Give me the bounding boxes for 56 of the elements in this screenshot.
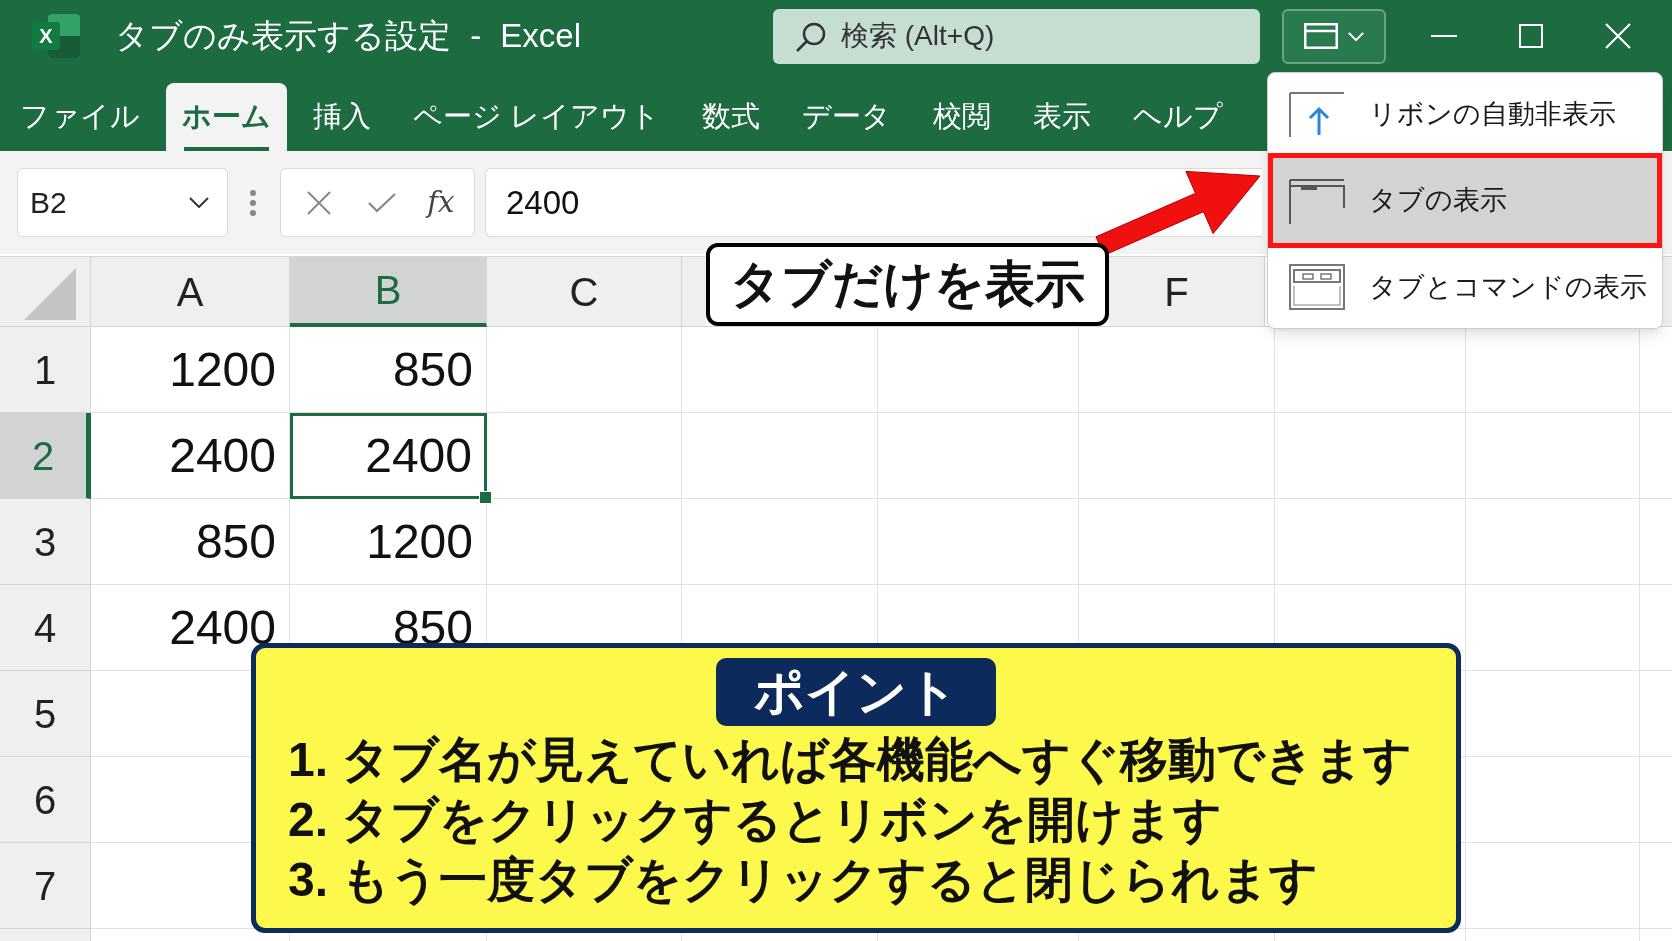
column-header[interactable]: F [1109,257,1265,327]
window-icon [1304,23,1338,49]
chevron-down-icon [1348,31,1364,41]
window-title: タブのみ表示する設定 - Excel [115,16,582,57]
point-text: 2. タブをクリックするとリボンを開けます [288,792,1224,848]
tabs-only-icon [1289,177,1345,224]
ribbon-tab[interactable]: 数式 [686,83,777,151]
ribbon-tab[interactable]: ヘルプ [1117,83,1240,151]
formula-input[interactable]: 2400 [485,168,1262,237]
menu-item[interactable]: タブとコマンドの表示 [1268,254,1662,320]
fill-handle[interactable] [479,491,492,504]
ribbon-tab[interactable]: 挿入 [297,83,387,151]
point-title: ポイント [716,658,996,726]
menu-item[interactable]: リボンの自動非表示 [1268,81,1662,147]
ribbon-tab[interactable]: データ [786,83,908,151]
table-cell-text: 1200 [168,342,277,398]
row-header[interactable]: 7 [0,843,91,929]
check-icon [367,192,396,213]
auto-hide-ribbon-icon [1289,91,1345,137]
row-header[interactable]: 6 [0,757,91,843]
column-header[interactable]: A [91,257,290,327]
table-cell-text: 1200 [365,514,474,570]
app-logo: X [32,14,80,58]
name-box[interactable]: B2 [17,168,228,237]
ribbon-tab[interactable]: ページ レイアウト [397,83,677,151]
ribbon-tab[interactable]: 校閲 [917,83,1008,151]
more-options-icon[interactable] [250,189,256,216]
ribbon-tab[interactable]: ファイル [4,83,156,151]
search-field[interactable]: 検索 (Alt+Q) [773,8,1260,64]
minimize-icon [1430,35,1457,37]
column-header[interactable]: B [290,257,487,327]
cancel-icon [306,190,331,215]
ribbon-tab[interactable]: 表示 [1017,83,1108,151]
row-header[interactable]: 5 [0,671,91,757]
row-header[interactable]: 1 [0,327,91,413]
point-text: 1. タブ名が見えていれば各機能へすぐ移動できます [288,732,1414,788]
row-header[interactable]: 2 [0,413,91,499]
table-cell-text: 850 [194,514,277,570]
callout-label: タブだけを表示 [706,243,1109,326]
row-header[interactable]: 3 [0,499,91,585]
ribbon-tab[interactable]: ホーム [166,83,287,151]
table-cell-text: 850 [391,342,474,398]
row-header[interactable]: 4 [0,585,91,671]
table-cell-text: 2400 [168,600,277,656]
close-icon [1604,23,1631,49]
ribbon-display-options-button[interactable] [1282,8,1386,64]
table-cell-text: 850 [391,600,474,656]
insert-function-button[interactable]: fx [423,180,459,225]
tabs-commands-icon [1289,264,1345,310]
table-cell-text: 2400 [168,428,277,484]
menu-item[interactable]: タブの表示 [1268,153,1662,248]
column-header[interactable]: C [487,257,682,327]
point-text: 3. もう一度タブをクリックすると閉じられます [288,852,1320,908]
chevron-down-icon [189,197,209,208]
maximize-icon [1518,24,1543,48]
search-icon [795,20,827,53]
